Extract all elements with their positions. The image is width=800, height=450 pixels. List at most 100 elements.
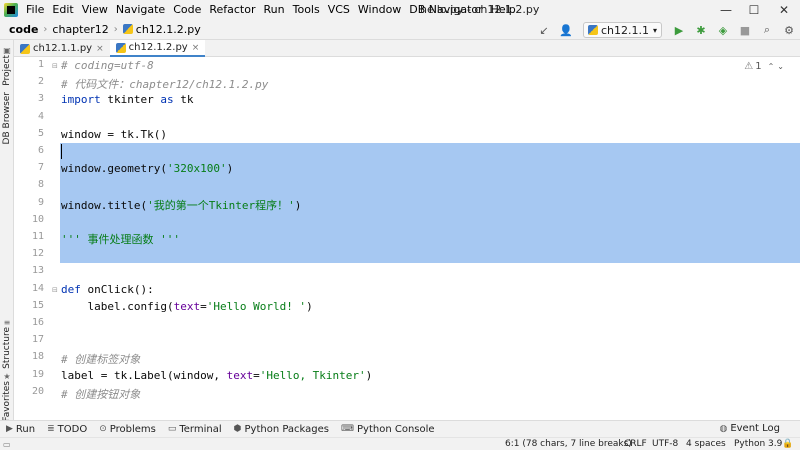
- left-tool-stripe: ▣ Project DB Browser ≡ Structure ★ Favor…: [0, 40, 14, 422]
- terminal-icon: ▭: [167, 424, 177, 434]
- code-line[interactable]: def onClick():: [61, 283, 154, 296]
- tool-run[interactable]: ▶ Run: [6, 424, 35, 435]
- tool-label: Python Packages: [244, 423, 330, 435]
- code-line[interactable]: window.title('我的第一个Tkinter程序！'): [61, 197, 301, 213]
- event-log-button[interactable]: ◍ Event Log: [719, 420, 780, 437]
- tool-python-console[interactable]: ⌨ Python Console: [341, 424, 435, 435]
- run-configuration-label: ch12.1.1: [600, 23, 649, 37]
- run-icon: ▶: [6, 424, 13, 434]
- db-browser-tool-label: DB Browser: [2, 92, 12, 145]
- line-number: 7: [37, 162, 44, 174]
- code-line[interactable]: # 代码文件：chapter12/ch12.1.2.py: [61, 76, 268, 92]
- fold-marker-icon[interactable]: ⊟: [52, 286, 60, 294]
- menu-item-view[interactable]: View: [78, 0, 112, 20]
- favorites-tool-tab[interactable]: ★ Favorites: [0, 370, 14, 422]
- line-number: 20: [31, 385, 44, 397]
- breadcrumb-file[interactable]: ch12.1.2.py: [120, 23, 204, 36]
- run-icon[interactable]: ▶: [671, 22, 687, 38]
- line-number: 14: [31, 282, 44, 294]
- code-line[interactable]: window.geometry('320x100'): [61, 162, 233, 175]
- maximize-button[interactable]: ☐: [740, 0, 768, 20]
- line-number: 4: [37, 110, 44, 122]
- menu-item-code[interactable]: Code: [169, 0, 205, 20]
- menu-item-window[interactable]: Window: [354, 0, 405, 20]
- breadcrumb-project[interactable]: code: [6, 23, 41, 36]
- line-number: 16: [31, 317, 44, 328]
- menu-item-edit[interactable]: Edit: [48, 0, 77, 20]
- folder-icon: ▣: [3, 46, 11, 55]
- fold-marker-icon[interactable]: ⊟: [52, 62, 60, 70]
- line-number: 6: [37, 145, 44, 156]
- project-tool-label: Project: [2, 55, 12, 86]
- python-interpreter[interactable]: Python 3.9: [734, 438, 782, 450]
- code-line[interactable]: label.config(text='Hello World! '): [61, 300, 312, 313]
- file-encoding[interactable]: UTF-8: [652, 438, 678, 450]
- code-line[interactable]: # 创建标签对象: [61, 351, 140, 367]
- menu-item-tools[interactable]: Tools: [289, 0, 324, 20]
- event-log-icon: ◍: [719, 423, 728, 434]
- settings-icon[interactable]: ⚙: [781, 22, 797, 38]
- close-tab-icon[interactable]: ×: [192, 43, 200, 53]
- python-file-icon: [115, 42, 126, 53]
- structure-tool-tab[interactable]: ≡ Structure: [0, 316, 14, 369]
- coverage-icon[interactable]: ◈: [715, 22, 731, 38]
- status-bar: ▭ 6:1 (78 chars, 7 line breaks) CRLF UTF…: [0, 437, 800, 450]
- back-arrow-icon[interactable]: ↙: [536, 22, 552, 38]
- minimize-button[interactable]: —: [712, 0, 740, 20]
- user-icon[interactable]: 👤: [558, 22, 574, 38]
- stop-icon[interactable]: ■: [737, 22, 753, 38]
- menu-item-run[interactable]: Run: [260, 0, 289, 20]
- breadcrumb-folder[interactable]: chapter12: [49, 23, 111, 36]
- tab-ch12-1-1[interactable]: ch12.1.1.py ×: [14, 40, 110, 57]
- python-file-icon: [587, 25, 598, 35]
- code-line[interactable]: # coding=utf-8: [61, 59, 154, 72]
- tab-ch12-1-2[interactable]: ch12.1.2.py ×: [109, 40, 206, 57]
- python-file-icon: [20, 43, 30, 54]
- structure-icon: ≡: [3, 318, 11, 327]
- tool-python-packages[interactable]: ⬢ Python Packages: [234, 424, 329, 435]
- line-number: 13: [31, 265, 44, 277]
- close-window-button[interactable]: ✕: [770, 0, 798, 20]
- project-tool-tab[interactable]: ▣ Project: [0, 44, 14, 86]
- menu-item-navigate[interactable]: Navigate: [112, 0, 169, 20]
- inspection-count: 1: [755, 61, 762, 72]
- menu-item-refactor[interactable]: Refactor: [205, 0, 259, 20]
- line-number: 12: [31, 248, 44, 260]
- line-number: 19: [31, 368, 44, 380]
- code-line[interactable]: # 创建按钮对象: [61, 386, 140, 402]
- run-configuration-select[interactable]: ch12.1.1 ▾: [582, 22, 662, 38]
- tool-label: TODO: [57, 423, 88, 435]
- close-tab-icon[interactable]: ×: [96, 44, 104, 54]
- inspection-widget[interactable]: ⚠ 1 ⌃ ⌄: [744, 61, 784, 72]
- code-line[interactable]: import tkinter as tk: [61, 93, 193, 106]
- caret-position[interactable]: 6:1 (78 chars, 7 line breaks): [505, 438, 632, 450]
- breadcrumb-separator-icon: ›: [113, 24, 118, 35]
- lock-icon[interactable]: 🔒: [782, 438, 793, 450]
- debug-icon[interactable]: ✱: [693, 22, 709, 38]
- todo-icon: ≣: [47, 424, 55, 434]
- breadcrumb-file-label: ch12.1.2.py: [135, 23, 201, 36]
- text-caret: [61, 144, 62, 159]
- breadcrumb-separator-icon: ›: [43, 24, 48, 35]
- menu-item-vcs[interactable]: VCS: [324, 0, 354, 20]
- search-icon[interactable]: ⌕: [759, 22, 775, 38]
- line-number: 11: [31, 231, 44, 242]
- code-line[interactable]: window = tk.Tk(): [61, 128, 167, 141]
- tool-problems[interactable]: ⊙ Problems: [99, 424, 156, 435]
- chevron-down-icon[interactable]: ⌄: [777, 62, 784, 71]
- db-browser-tool-tab[interactable]: DB Browser: [0, 92, 14, 144]
- window-title: hello.py - ch12.1.2.py: [420, 3, 540, 16]
- indent-setting[interactable]: 4 spaces: [686, 438, 726, 450]
- tool-terminal[interactable]: ▭ Terminal: [168, 424, 222, 435]
- code-editor[interactable]: 1 2 3 4 5 6 7 8 9 10 11 12 13 14 15 16 17 18 19 20 ⊟ ⊟ # codi…: [14, 57, 800, 407]
- line-separator[interactable]: CRLF: [624, 438, 647, 450]
- code-line[interactable]: label = tk.Label(window, text='Hello, Tk…: [61, 369, 372, 382]
- menu-item-file[interactable]: File: [22, 0, 48, 20]
- warning-icon: ⚠: [744, 61, 754, 72]
- tool-label: Terminal: [179, 423, 222, 435]
- layout-icon[interactable]: ▭: [3, 438, 11, 450]
- tab-label: ch12.1.1.py: [33, 43, 93, 54]
- code-line[interactable]: ''' 事件处理函数 ''': [61, 231, 180, 247]
- chevron-up-icon[interactable]: ⌃: [768, 62, 775, 71]
- tool-todo[interactable]: ≣ TODO: [47, 424, 87, 435]
